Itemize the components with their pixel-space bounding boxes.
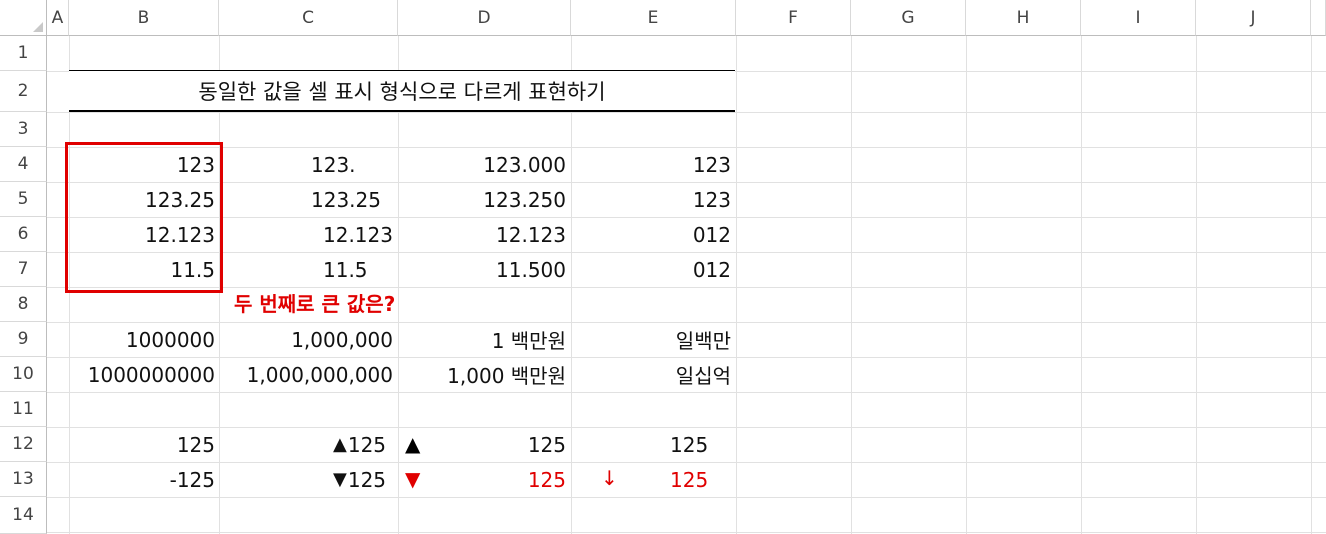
cell-c12-value: 125 xyxy=(347,432,387,457)
row-header-14[interactable]: 14 xyxy=(0,497,47,534)
row-header-13[interactable]: 13 xyxy=(0,462,47,497)
cell-e6[interactable]: 012 xyxy=(571,217,731,252)
up-triangle-icon: ▲ xyxy=(333,434,347,455)
row-header-12[interactable]: 12 xyxy=(0,427,47,462)
row-header-3[interactable]: 3 xyxy=(0,112,47,147)
cell-e10[interactable]: 일십억 xyxy=(571,357,731,392)
cell-c6[interactable]: 12.123 xyxy=(323,217,398,252)
cell-b9[interactable]: 1000000 xyxy=(69,322,215,357)
cell-b13[interactable]: -125 xyxy=(69,462,215,497)
cell-d6[interactable]: 12.123 xyxy=(398,217,566,252)
row-header-10[interactable]: 10 xyxy=(0,357,47,392)
select-all-corner[interactable] xyxy=(0,0,47,36)
cell-e12[interactable]: 125 xyxy=(670,427,736,462)
cell-e4[interactable]: 123 xyxy=(571,147,731,182)
column-header-d[interactable]: D xyxy=(398,0,571,36)
cell-e7[interactable]: 012 xyxy=(571,252,731,287)
down-triangle-icon: ▼ xyxy=(333,469,347,490)
question-note: 두 번째로 큰 값은? xyxy=(234,292,396,316)
gridline xyxy=(966,0,967,534)
cell-e5[interactable]: 123 xyxy=(571,182,731,217)
cell-c13-value: 125 xyxy=(347,467,387,492)
column-header-e[interactable]: E xyxy=(571,0,736,36)
cell-c7[interactable]: 11.5 xyxy=(323,252,398,287)
cell-d10[interactable]: 1,000 백만원 xyxy=(398,357,566,392)
column-header-k-partial[interactable] xyxy=(1311,0,1326,36)
sheet-title-cell[interactable]: 동일한 값을 셀 표시 형식으로 다르게 표현하기 xyxy=(69,70,735,112)
column-header-g[interactable]: G xyxy=(851,0,966,36)
cell-d5[interactable]: 123.250 xyxy=(398,182,566,217)
gridline xyxy=(736,0,737,534)
cell-b12[interactable]: 125 xyxy=(69,427,215,462)
column-header-f[interactable]: F xyxy=(736,0,851,36)
row-header-6[interactable]: 6 xyxy=(0,217,47,252)
spreadsheet[interactable]: A B C D E F G H I J 1 2 3 4 5 6 7 8 9 10… xyxy=(0,0,1326,534)
gridline xyxy=(0,497,1326,498)
row-header-5[interactable]: 5 xyxy=(0,182,47,217)
sheet-title: 동일한 값을 셀 표시 형식으로 다르게 표현하기 xyxy=(198,79,606,104)
cell-b10[interactable]: 1000000000 xyxy=(69,357,215,392)
cell-d13[interactable]: 125 xyxy=(398,462,566,497)
row-header-11[interactable]: 11 xyxy=(0,392,47,427)
column-header-h[interactable]: H xyxy=(966,0,1081,36)
cell-c12[interactable]: ▲ 125 xyxy=(333,427,398,462)
column-header-b[interactable]: B xyxy=(69,0,219,36)
gridline xyxy=(0,532,1326,533)
gridline xyxy=(1081,0,1082,534)
cell-c4[interactable]: 123. xyxy=(311,147,398,182)
cell-c10[interactable]: 1,000,000,000 xyxy=(219,357,393,392)
row-header-8[interactable]: 8 xyxy=(0,287,47,322)
gridline xyxy=(851,0,852,534)
cell-e9[interactable]: 일백만 xyxy=(571,322,731,357)
row-header-4[interactable]: 4 xyxy=(0,147,47,182)
row-header-9[interactable]: 9 xyxy=(0,322,47,357)
cell-c13[interactable]: ▼ 125 xyxy=(333,462,398,497)
red-down-arrow-icon: ↓ xyxy=(601,466,618,490)
row-header-1[interactable]: 1 xyxy=(0,36,47,71)
cell-d12[interactable]: 125 xyxy=(398,427,566,462)
gridline xyxy=(1311,0,1312,534)
select-all-triangle-icon xyxy=(33,22,43,32)
gridline xyxy=(0,392,1326,393)
column-header-j[interactable]: J xyxy=(1196,0,1311,36)
cell-d4[interactable]: 123.000 xyxy=(398,147,566,182)
row-header-2[interactable]: 2 xyxy=(0,71,47,112)
cell-d9[interactable]: 1 백만원 xyxy=(398,322,566,357)
cell-c9[interactable]: 1,000,000 xyxy=(219,322,393,357)
row-header-7[interactable]: 7 xyxy=(0,252,47,287)
cell-c5[interactable]: 123.25 xyxy=(311,182,398,217)
cell-d7[interactable]: 11.500 xyxy=(398,252,566,287)
gridline xyxy=(1196,0,1197,534)
cell-e13[interactable]: 125 xyxy=(670,462,736,497)
column-header-a[interactable]: A xyxy=(47,0,69,36)
highlight-box-b4-b7 xyxy=(65,142,223,293)
gridline xyxy=(0,112,1326,113)
column-header-c[interactable]: C xyxy=(219,0,398,36)
column-header-i[interactable]: I xyxy=(1081,0,1196,36)
